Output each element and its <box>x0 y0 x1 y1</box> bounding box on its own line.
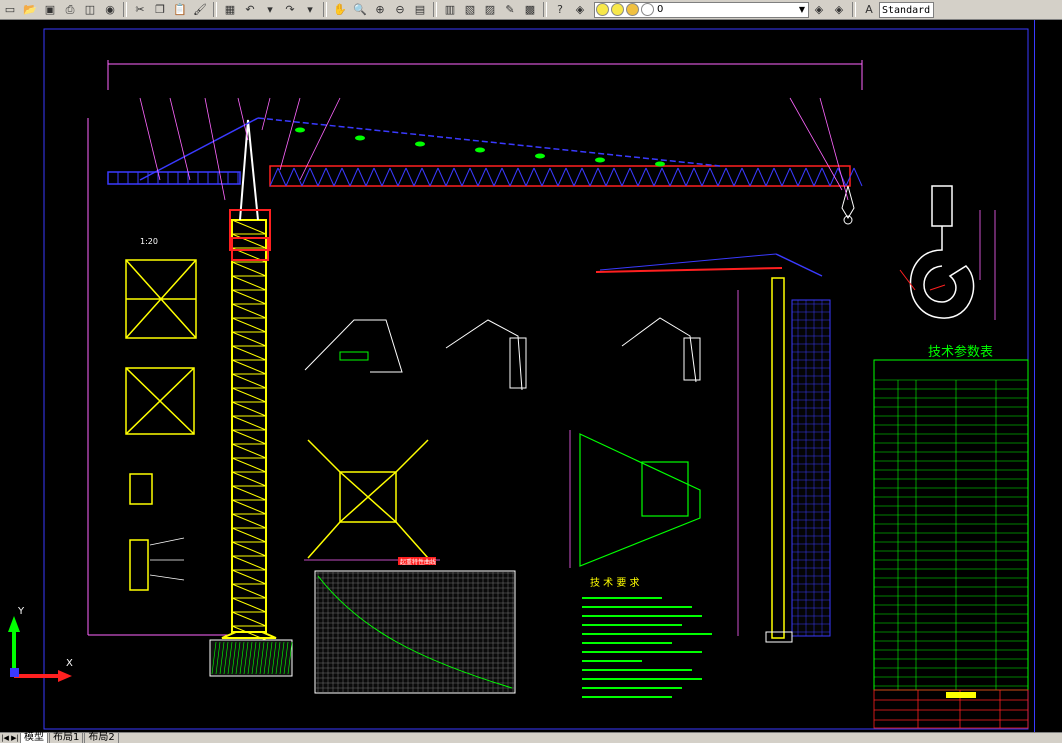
preview-icon[interactable]: ◫ <box>81 1 99 18</box>
chart-title: 起重特性曲线 <box>400 558 436 566</box>
redo-dropdown-icon[interactable]: ▾ <box>301 1 319 18</box>
anchor-base-detail <box>569 430 701 568</box>
mast-section-detail <box>125 259 197 591</box>
sheet-edge <box>1034 20 1035 732</box>
title-block <box>873 689 1029 729</box>
standard-toolbar: ▭ 📂 ▣ ⎙ ◫ ◉ ✂ ❐ 📋 🖌 ▦ ↶ ▾ ↷ ▾ ✋ 🔍 ⊕ ⊖ ▤ ▥ ▧ ▨ ✎ ▩? ◈ 0 ▼ ◈ ◈ A Standard <box>0 0 1062 20</box>
drawing-canvas[interactable]: 1:20 起重特性曲线 技 术 要 求 技术参数表 Y X <box>0 20 1062 732</box>
cad-drawing: 1:20 起重特性曲线 技 术 要 求 技术参数表 Y X <box>8 20 1035 732</box>
cut-icon[interactable]: ✂ <box>131 1 149 18</box>
zoom-window-icon[interactable]: ⊕ <box>371 1 389 18</box>
toolbar-separator <box>433 2 437 17</box>
match-properties-icon[interactable]: 🖌 <box>191 1 209 18</box>
ucs-icon: Y X <box>8 606 73 682</box>
tech-requirements-title: 技 术 要 求 <box>590 576 640 589</box>
toolbar-separator <box>323 2 327 17</box>
tab-first-icon[interactable]: |◀ <box>0 733 10 743</box>
tab-next-icon[interactable]: ▶| <box>10 733 20 743</box>
layout-tab-bar: |◀ ▶| 模型 布局1 布局2 <box>0 732 1062 743</box>
save-icon[interactable]: ▣ <box>41 1 59 18</box>
tab-layout1[interactable]: 布局1 <box>49 732 84 743</box>
properties-icon[interactable]: ▤ <box>411 1 429 18</box>
help-icon[interactable]: ? <box>551 1 569 18</box>
chevron-down-icon[interactable]: ▼ <box>796 5 808 14</box>
ucs-x-label: X <box>66 658 73 669</box>
zoom-previous-icon[interactable]: ⊖ <box>391 1 409 18</box>
markup-icon[interactable]: ✎ <box>501 1 519 18</box>
design-center-icon[interactable]: ▥ <box>441 1 459 18</box>
load-chart: 起重特性曲线 <box>314 557 516 694</box>
sun-icon <box>611 3 624 16</box>
tool-palettes-icon[interactable]: ▧ <box>461 1 479 18</box>
tech-table-title: 技术参数表 <box>928 344 993 360</box>
drawing-frame-outer <box>43 28 1029 730</box>
ucs-y-label: Y <box>17 606 25 617</box>
layer-name: 0 <box>657 4 664 15</box>
redo-icon[interactable]: ↷ <box>281 1 299 18</box>
toolbar-separator <box>852 2 856 17</box>
copy-icon[interactable]: ❐ <box>151 1 169 18</box>
toolbar-separator <box>543 2 547 17</box>
tab-model[interactable]: 模型 <box>20 732 48 743</box>
toolbar-separator <box>123 2 127 17</box>
base-cross-detail <box>304 439 440 561</box>
layer-dropdown[interactable]: 0 ▼ <box>594 1 809 18</box>
calculator-icon[interactable]: ▩ <box>521 1 539 18</box>
tab-layout2[interactable]: 布局2 <box>84 732 119 743</box>
paste-icon[interactable]: 📋 <box>171 1 189 18</box>
new-icon[interactable]: ▭ <box>1 1 19 18</box>
toolbar-separator <box>213 2 217 17</box>
erection-diagrams <box>304 317 701 391</box>
text-style-dropdown[interactable]: Standard <box>879 1 934 18</box>
tower-crane-mast <box>221 119 277 641</box>
layer-manager-icon[interactable]: ◈ <box>571 1 589 18</box>
lightbulb-icon <box>596 3 609 16</box>
layer-color-icon <box>641 3 654 16</box>
layer-previous-icon[interactable]: ◈ <box>810 1 828 18</box>
lock-icon <box>626 3 639 16</box>
print-icon[interactable]: ⎙ <box>61 1 79 18</box>
undo-dropdown-icon[interactable]: ▾ <box>261 1 279 18</box>
undo-icon[interactable]: ↶ <box>241 1 259 18</box>
zoom-realtime-icon[interactable]: 🔍 <box>351 1 369 18</box>
hook-detail <box>899 185 996 320</box>
scale-label: 1:20 <box>140 237 158 246</box>
block-editor-icon[interactable]: ▦ <box>221 1 239 18</box>
open-icon[interactable]: 📂 <box>21 1 39 18</box>
sheet-set-icon[interactable]: ▨ <box>481 1 499 18</box>
pan-icon[interactable]: ✋ <box>331 1 349 18</box>
text-style-icon[interactable]: A <box>860 1 878 18</box>
publish-icon[interactable]: ◉ <box>101 1 119 18</box>
layer-states-icon[interactable]: ◈ <box>830 1 848 18</box>
jib-structure <box>107 117 863 225</box>
technical-parameter-table: 技术参数表 <box>873 344 1029 691</box>
